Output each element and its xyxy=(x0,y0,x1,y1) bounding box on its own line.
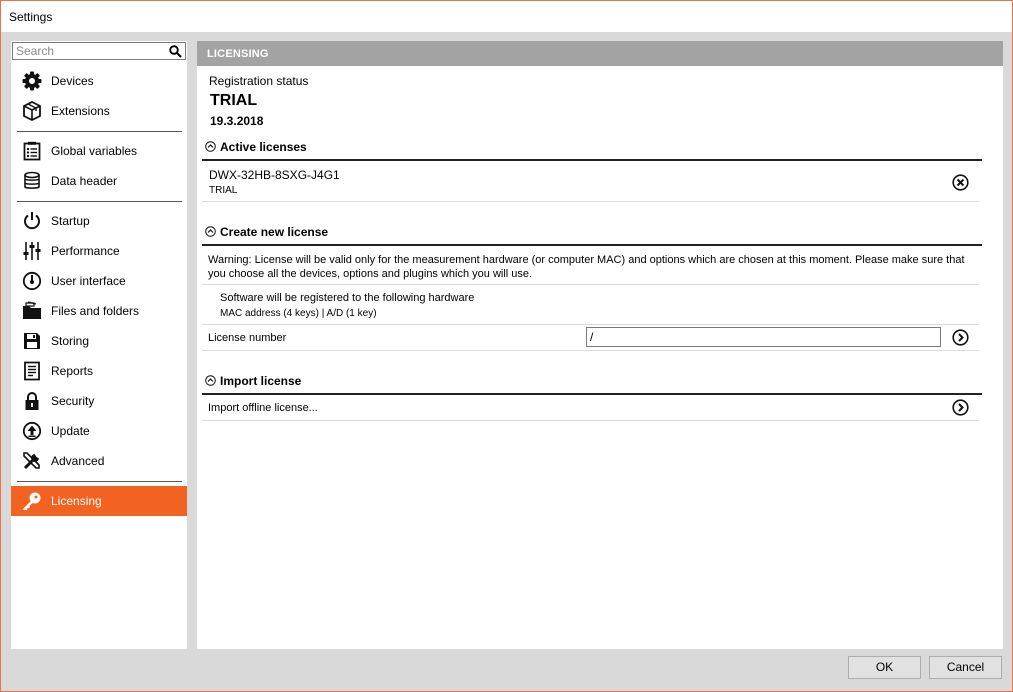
chevron-up-icon[interactable] xyxy=(205,141,216,152)
gear-icon xyxy=(22,71,42,91)
section-header-bar: LICENSING xyxy=(197,41,1003,66)
create-license-title: Create new license xyxy=(220,225,329,239)
page-title: LICENSING xyxy=(207,48,269,60)
title-bar: Settings xyxy=(1,1,1012,32)
sidebar-item-label: Storing xyxy=(51,334,90,348)
sidebar-item-label: Startup xyxy=(51,214,90,228)
submit-license-icon[interactable] xyxy=(952,329,969,346)
sidebar-item-user-interface[interactable]: User interface xyxy=(11,266,187,296)
sidebar-item-devices[interactable]: Devices xyxy=(11,66,187,96)
key-icon xyxy=(22,492,41,511)
window-title: Settings xyxy=(9,10,53,24)
sidebar-separator xyxy=(17,481,182,482)
active-licenses-header[interactable]: Active licenses xyxy=(205,140,307,154)
sidebar-item-label: Files and folders xyxy=(51,304,140,318)
sidebar-item-files-and-folders[interactable]: Files and folders xyxy=(11,296,187,326)
registration-status-value: TRIAL xyxy=(210,92,258,109)
create-license-header[interactable]: Create new license xyxy=(205,225,328,239)
section-divider xyxy=(202,393,982,395)
sidebar-item-label: Performance xyxy=(51,244,120,258)
sidebar-item-advanced[interactable]: Advanced xyxy=(11,446,187,476)
sidebar-item-data-header[interactable]: Data header xyxy=(11,166,187,196)
sidebar-item-label: Update xyxy=(51,424,90,438)
sidebar-item-storing[interactable]: Storing xyxy=(11,326,187,356)
gauge-icon xyxy=(22,271,42,291)
section-divider xyxy=(202,159,982,161)
sidebar-item-label: Licensing xyxy=(51,494,102,508)
hardware-title: Software will be registered to the follo… xyxy=(220,292,475,304)
sidebar-item-label: Global variables xyxy=(51,144,138,158)
row-divider xyxy=(202,324,979,325)
floppy-icon xyxy=(24,333,40,349)
lock-icon xyxy=(25,392,39,410)
license-number-label: License number xyxy=(208,332,287,344)
sliders-icon xyxy=(23,242,41,260)
sidebar-item-label: Security xyxy=(51,394,95,408)
sidebar-item-startup[interactable]: Startup xyxy=(11,206,187,236)
list-icon xyxy=(23,141,41,161)
folder-icon xyxy=(23,301,41,319)
sidebar-item-update[interactable]: Update xyxy=(11,416,187,446)
sidebar-item-extensions[interactable]: Extensions xyxy=(11,96,187,126)
sidebar: Devices Extensions Global variables xyxy=(11,41,187,649)
active-licenses-title: Active licenses xyxy=(220,140,307,154)
sidebar-item-label: Devices xyxy=(51,74,94,88)
row-divider xyxy=(202,350,979,351)
sidebar-item-label: Reports xyxy=(51,364,94,378)
sidebar-item-label: Advanced xyxy=(51,454,105,468)
sidebar-item-label: User interface xyxy=(51,274,126,288)
box-icon xyxy=(23,101,41,121)
row-divider xyxy=(202,284,979,285)
sidebar-item-security[interactable]: Security xyxy=(11,386,187,416)
search-box[interactable] xyxy=(12,42,186,60)
database-icon xyxy=(24,171,40,189)
sidebar-item-performance[interactable]: Performance xyxy=(11,236,187,266)
chevron-up-icon[interactable] xyxy=(205,226,216,237)
section-divider xyxy=(202,244,982,246)
hardware-detail: MAC address (4 keys) | A/D (1 key) xyxy=(220,308,377,319)
registration-status-label: Registration status xyxy=(209,74,309,88)
row-divider xyxy=(202,201,979,202)
license-type: TRIAL xyxy=(209,185,238,196)
sidebar-separator xyxy=(17,201,182,202)
power-icon xyxy=(24,212,40,230)
sidebar-item-label: Data header xyxy=(51,174,118,188)
document-icon xyxy=(24,361,40,381)
remove-license-icon[interactable] xyxy=(952,174,969,191)
tools-icon xyxy=(23,452,40,470)
settings-window: Settings Devices xyxy=(0,0,1013,692)
license-number-input[interactable] xyxy=(586,327,941,347)
sidebar-separator xyxy=(17,131,182,132)
import-license-title: Import license xyxy=(220,374,302,388)
row-divider xyxy=(202,420,979,421)
import-offline-license-label: Import offline license... xyxy=(208,402,318,414)
sidebar-item-label: Extensions xyxy=(51,104,110,118)
sidebar-item-licensing[interactable]: Licensing xyxy=(11,486,187,516)
import-license-header[interactable]: Import license xyxy=(205,374,301,388)
update-icon xyxy=(22,421,42,441)
search-input[interactable] xyxy=(13,43,163,59)
licensing-panel: LICENSING Registration status TRIAL 19.3… xyxy=(197,41,1003,649)
chevron-up-icon[interactable] xyxy=(205,375,216,386)
registration-date: 19.3.2018 xyxy=(210,114,264,128)
import-offline-license-row[interactable]: Import offline license... xyxy=(197,396,987,420)
search-icon[interactable] xyxy=(169,45,182,58)
sidebar-item-reports[interactable]: Reports xyxy=(11,356,187,386)
ok-button[interactable]: OK xyxy=(848,656,921,679)
license-key: DWX-32HB-8SXG-J4G1 xyxy=(209,168,340,182)
license-row: DWX-32HB-8SXG-J4G1 TRIAL xyxy=(197,162,987,202)
warning-text: Warning: License will be valid only for … xyxy=(208,254,965,280)
cancel-button[interactable]: Cancel xyxy=(929,656,1002,679)
sidebar-item-global-variables[interactable]: Global variables xyxy=(11,136,187,166)
chevron-right-icon[interactable] xyxy=(952,399,969,416)
